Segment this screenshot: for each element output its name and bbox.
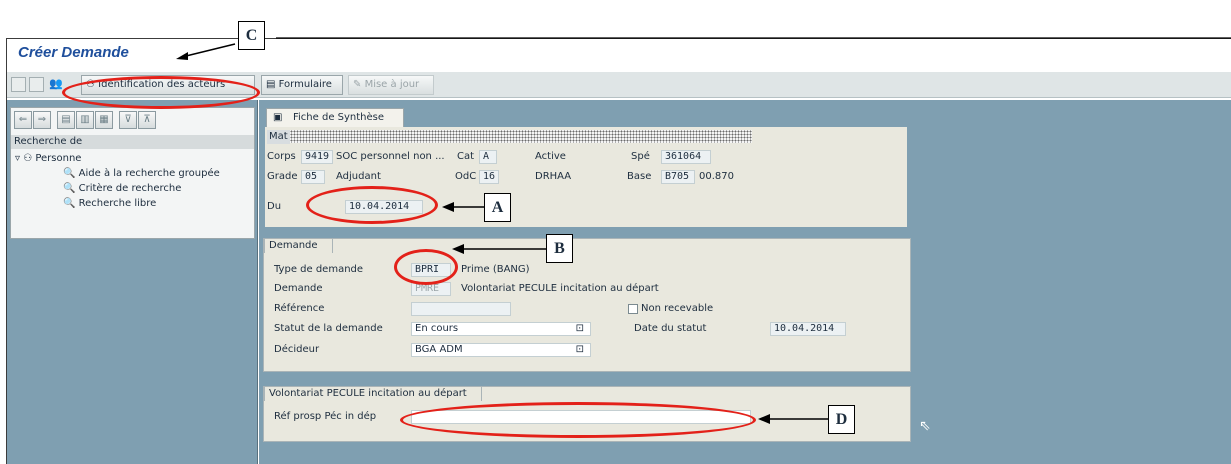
annotation-label-b: B (546, 234, 573, 263)
arrow-c-head (176, 52, 188, 60)
annotation-arrows (176, 37, 1231, 424)
arrow-d-head (758, 414, 770, 424)
arrow-c-line (185, 43, 236, 57)
annotation-label-d: D (828, 405, 855, 434)
annotation-label-c: C (238, 21, 265, 50)
annotation-label-a: A (484, 193, 511, 222)
arrow-b-head (452, 244, 464, 254)
arrow-a-head (442, 202, 454, 212)
